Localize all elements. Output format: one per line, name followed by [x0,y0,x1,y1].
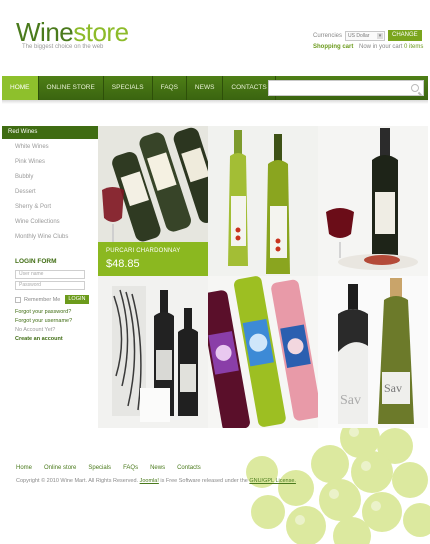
featured-title: PURCARI CHARDONNAY [106,248,181,254]
nav-online-store[interactable]: Online store [39,76,104,100]
footer-link-news[interactable]: News [150,465,165,471]
chevron-down-icon: ▾ [377,32,384,39]
nav-divider [2,100,428,104]
product-tile-patterned-bottles[interactable] [98,276,208,428]
product-gallery: PURCARI CHARDONNAY $48.85 Sav Sav [98,126,428,428]
cart-title[interactable]: Shopping cart [313,44,353,50]
site-footer: Home Online store Specials FAQs News Con… [0,428,430,544]
site-logo[interactable]: Winestore [16,18,129,46]
copyright-mid: is Free Software released under the [160,478,248,484]
footer-link-contacts[interactable]: Contacts [177,465,201,471]
tagline: The biggest choice on the web [22,44,104,50]
remember-me-row: Remember Me LOGIN [15,295,98,304]
joomla-link[interactable]: Joomla! [140,478,159,484]
currency-label: Currencies [313,32,343,39]
footer-links: Home Online store Specials FAQs News Con… [16,465,201,471]
category-monthly-wine-clubs[interactable]: Monthly Wine Clubs [2,231,98,244]
product-tile-sav-bottles[interactable]: Sav Sav [318,276,428,428]
no-account-text: No Account Yet? [15,327,56,333]
forgot-username-link[interactable]: Forgot your username? [2,317,98,326]
cart-count[interactable]: 0 items [404,44,423,50]
change-currency-button[interactable]: CHANGE [388,30,422,41]
footer-link-faqs[interactable]: FAQs [123,465,138,471]
search-icon[interactable] [411,84,419,92]
grapes-decoration [246,428,430,544]
login-button[interactable]: LOGIN [65,295,89,304]
svg-text:Sav: Sav [340,393,361,408]
copyright-prefix: Copyright © 2010 Wine Mart. All Rights R… [16,478,139,484]
featured-price: $48.85 [106,258,140,270]
currency-select[interactable]: US Dollar ▾ [345,30,386,41]
category-red-wines[interactable]: Red Wines [2,126,98,139]
footer-link-specials[interactable]: Specials [88,465,111,471]
red-wine-bottle-image [318,126,428,276]
category-bubbly[interactable]: Bubbly [2,171,98,184]
forgot-password-link[interactable]: Forgot your password? [2,308,98,317]
logo-wine: Wine [16,17,74,47]
category-pink-wines[interactable]: Pink Wines [2,156,98,169]
main-nav: Home Online store Specials FAQs News Con… [2,76,428,100]
nav-faqs[interactable]: FAQs [153,76,187,100]
create-account-link[interactable]: Create an account [2,335,98,344]
cart-text: Now in your cart [359,44,403,50]
patterned-bottles-image [98,276,208,428]
svg-text:Sav: Sav [384,381,402,395]
username-field[interactable]: User name [15,270,85,279]
footer-link-home[interactable]: Home [16,465,32,471]
featured-product-tile[interactable]: PURCARI CHARDONNAY $48.85 [98,126,208,276]
category-white-wines[interactable]: White Wines [2,141,98,154]
category-sherry-port[interactable]: Sherry & Port [2,201,98,214]
currency-value: US Dollar [348,32,370,39]
nav-specials[interactable]: Specials [104,76,153,100]
currency-switcher: Currencies US Dollar ▾ CHANGE [313,30,422,41]
product-tile-red-bottle[interactable] [318,126,428,276]
shopping-cart: Shopping cart Now in your cart 0 items [313,44,423,50]
sav-bottles-image: Sav Sav [318,276,428,428]
nav-news[interactable]: News [187,76,224,100]
copyright: Copyright © 2010 Wine Mart. All Rights R… [16,478,296,484]
footer-link-online-store[interactable]: Online store [44,465,76,471]
remember-me-label: Remember Me [24,296,61,303]
colorful-bottles-image [208,276,318,428]
category-dessert[interactable]: Dessert [2,186,98,199]
site-header: Winestore The biggest choice on the web … [0,0,430,68]
login-form-title: LOGIN FORM [15,258,57,265]
sidebar: Red Wines White Wines Pink Wines Bubbly … [2,126,98,344]
remember-me-checkbox[interactable] [15,296,21,303]
product-tile-white-bottles[interactable] [208,126,318,276]
logo-store: store [73,17,129,47]
nav-home[interactable]: Home [2,76,39,100]
product-tile-colorful-bottles[interactable] [208,276,318,428]
license-link[interactable]: GNU/GPL License. [249,478,296,484]
search-input[interactable] [268,80,424,96]
category-wine-collections[interactable]: Wine Collections [2,216,98,229]
password-field[interactable]: Password [15,281,85,290]
white-wine-bottles-image [208,126,318,276]
featured-caption: PURCARI CHARDONNAY $48.85 [98,242,208,276]
